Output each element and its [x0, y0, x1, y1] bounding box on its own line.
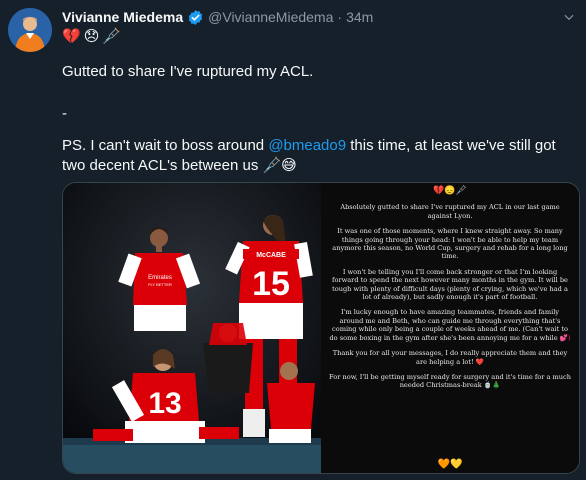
- previous-tweet-strip: [0, 0, 586, 6]
- statement-paragraph-3: I won't be telling you I'll come back st…: [332, 267, 568, 302]
- players-image: Emirates FLY BETTER McCABE 15 13: [63, 183, 321, 473]
- author-avatar[interactable]: [8, 8, 52, 52]
- tweet-media[interactable]: Emirates FLY BETTER McCABE 15 13 💔😞🩼 Abs…: [62, 182, 580, 474]
- jersey-number-15: 15: [252, 265, 290, 303]
- avatar-image: [8, 8, 52, 52]
- status-emoji-row: 💔 😞 🩼: [62, 26, 121, 46]
- statement-paragraph-5: Thank you for all your messages, I do re…: [329, 349, 571, 366]
- statement-top-emojis: 💔😞🩼: [433, 186, 467, 196]
- tweet-line-3-before: PS. I can't wait to boss around: [62, 137, 269, 154]
- statement-paragraph-6-text: For now, I'll be getting myself ready fo…: [329, 372, 571, 390]
- crutch-laugh-emojis: 🩼😅: [262, 157, 297, 174]
- sponsor-sub-text: FLY BETTER: [148, 282, 172, 287]
- statement-paragraph-6: For now, I'll be getting myself ready fo…: [329, 373, 571, 390]
- mention-link[interactable]: @bmeado9: [268, 137, 346, 154]
- statement-paragraph-1: Absolutely gutted to share I've ruptured…: [340, 203, 560, 220]
- sponsor-text: Emirates: [148, 275, 172, 281]
- tweet-line-2: -: [62, 105, 67, 122]
- jersey-name-text: McCABE: [256, 252, 286, 259]
- crutch-icon: 🩼: [102, 28, 122, 45]
- tweet-line-3: PS. I can't wait to boss around @bmeado9…: [62, 136, 574, 176]
- statement-paragraph-4: I'm lucky enough to have amazing teammat…: [329, 308, 571, 342]
- tea-tree-icons: 🍵🎄: [483, 381, 501, 390]
- jersey-number-13: 13: [148, 387, 181, 420]
- statement-paragraph-5-text: Thank you for all your messages, I do re…: [332, 349, 568, 366]
- tweet-header: Vivianne Miedema @VivianneMiedema · 34m: [62, 7, 576, 27]
- disappointed-face-icon: 😞: [83, 28, 100, 45]
- author-name[interactable]: Vivianne Miedema: [62, 9, 183, 25]
- statement-paragraph-2: It was one of those moments, where I kne…: [332, 227, 568, 261]
- tweet-timestamp[interactable]: 34m: [346, 9, 373, 25]
- team-photo[interactable]: Emirates FLY BETTER McCABE 15 13: [63, 183, 321, 473]
- tweet-text: Gutted to share I've ruptured my ACL. - …: [62, 62, 574, 176]
- tweet-line-1: Gutted to share I've ruptured my ACL.: [62, 63, 314, 80]
- red-heart-icon: ❤️: [475, 357, 484, 366]
- statement-bottom-emojis: 🧡💛: [437, 458, 463, 470]
- more-options-icon[interactable]: [562, 10, 576, 24]
- statement-image[interactable]: 💔😞🩼 Absolutely gutted to share I've rupt…: [321, 183, 579, 473]
- broken-heart-icon: 💔: [62, 28, 81, 45]
- verified-badge-icon: [188, 9, 203, 25]
- statement-paragraph-4-text: I'm lucky enough to have amazing teammat…: [329, 308, 568, 342]
- separator-dot: ·: [337, 9, 343, 25]
- two-hearts-icon: 💕): [559, 333, 571, 342]
- author-handle[interactable]: @VivianneMiedema: [208, 9, 333, 25]
